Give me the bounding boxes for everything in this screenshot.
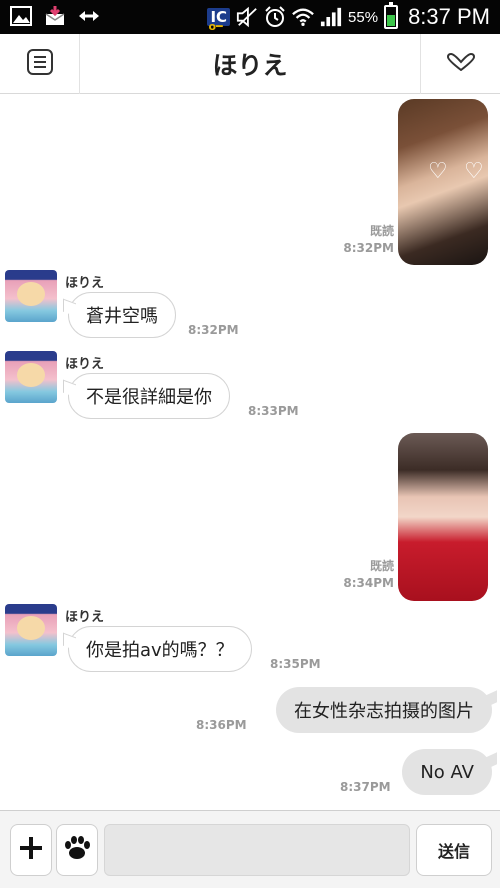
alarm-icon	[264, 6, 286, 28]
mute-icon	[236, 6, 258, 28]
wifi-icon	[292, 6, 314, 28]
gallery-icon	[10, 5, 32, 27]
menu-button[interactable]	[0, 34, 80, 94]
send-button[interactable]: 送信	[416, 824, 492, 876]
outgoing-message[interactable]: 在女性杂志拍摄的图片	[276, 687, 492, 733]
message-time: 8:33PM	[248, 404, 299, 418]
message-time: 8:35PM	[270, 657, 321, 671]
message-text: 你是拍av的嗎？？	[86, 640, 234, 661]
ic-card-icon: IC o━	[207, 8, 231, 33]
paw-icon	[63, 835, 91, 865]
incoming-message[interactable]: 你是拍av的嗎？？	[68, 626, 252, 672]
sent-photo[interactable]	[398, 433, 488, 601]
incoming-message[interactable]: 不是很詳細是你	[68, 373, 230, 419]
incoming-message[interactable]: 蒼井空嗎	[68, 292, 176, 338]
read-receipt: 既読	[369, 224, 394, 238]
dropdown-button[interactable]	[420, 34, 500, 94]
chat-header: ほりえ	[0, 34, 500, 94]
signal-icon	[320, 6, 342, 28]
battery-percent: 55%	[348, 8, 379, 26]
plus-icon	[18, 835, 44, 865]
battery-icon	[384, 2, 399, 29]
avatar[interactable]	[5, 351, 57, 403]
add-button[interactable]	[10, 824, 52, 876]
menu-list-icon	[26, 48, 54, 80]
sticker-button[interactable]	[56, 824, 98, 876]
clock: 8:37 PM	[408, 4, 490, 29]
message-time: 8:37PM	[340, 780, 391, 794]
chevron-down-icon	[446, 52, 476, 75]
avatar[interactable]	[5, 270, 57, 322]
chat-area[interactable]: ♡ ♡ 既読 8:32PM ほりえ 蒼井空嗎 8:32PM ほりえ 不是很詳細是…	[0, 95, 500, 810]
message-time: 8:36PM	[196, 718, 247, 732]
mail-download-icon	[44, 5, 66, 27]
sender-name: ほりえ	[65, 276, 105, 291]
message-time: 8:32PM	[343, 241, 394, 255]
sender-name: ほりえ	[65, 357, 105, 372]
read-receipt: 既読	[369, 559, 394, 573]
transfer-icon	[78, 5, 100, 27]
outgoing-message[interactable]: No AV	[402, 749, 492, 795]
status-bar: IC o━ 55% 8:37 PM	[0, 0, 500, 34]
message-text: 不是很詳細是你	[86, 387, 212, 408]
message-text: 蒼井空嗎	[86, 306, 158, 327]
sent-photo[interactable]: ♡ ♡	[398, 99, 488, 265]
message-input[interactable]	[104, 824, 410, 876]
message-time: 8:34PM	[343, 576, 394, 590]
avatar[interactable]	[5, 604, 57, 656]
message-text: No AV	[420, 761, 474, 783]
chat-title: ほりえ	[212, 51, 288, 80]
input-bar: 送信	[0, 810, 500, 888]
sender-name: ほりえ	[65, 610, 105, 625]
message-text: 在女性杂志拍摄的图片	[294, 701, 474, 722]
message-time: 8:32PM	[188, 323, 239, 337]
